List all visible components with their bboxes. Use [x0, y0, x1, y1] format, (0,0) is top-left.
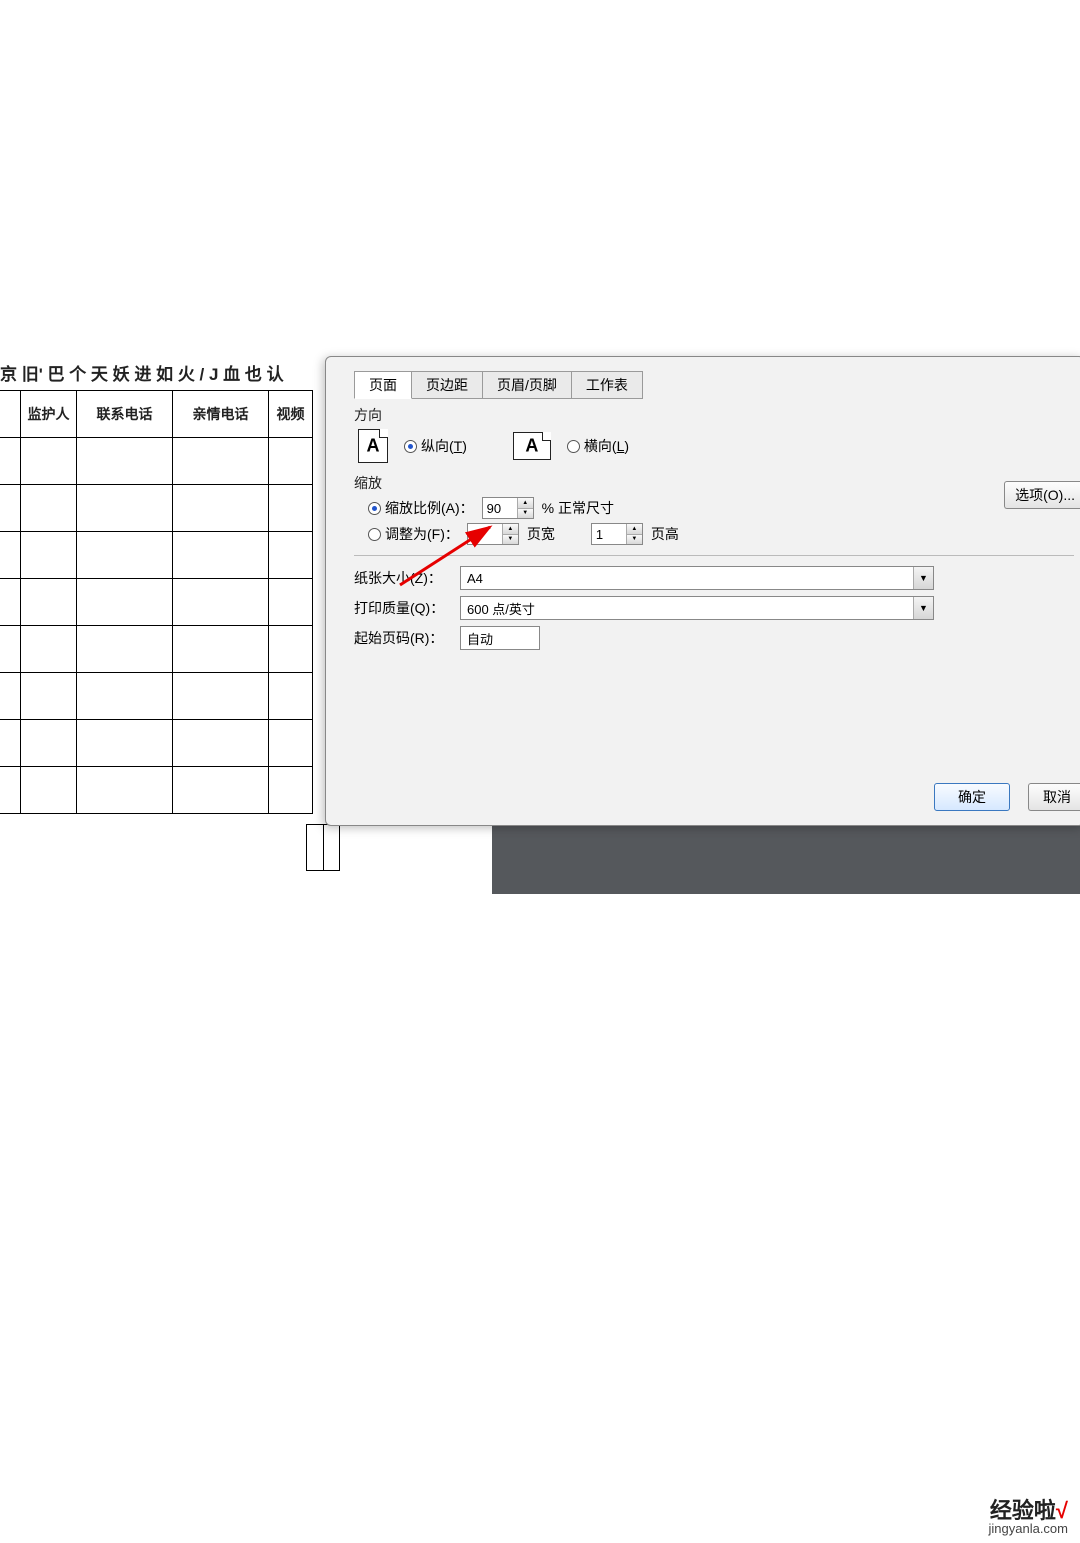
- table-row: [0, 485, 313, 532]
- first-page-label: 起始页码(R)：: [354, 628, 450, 648]
- col-header: 亲情电话: [173, 391, 269, 438]
- landscape-icon: A: [513, 432, 551, 460]
- tab-page[interactable]: 页面: [354, 371, 412, 399]
- fit-tall-input[interactable]: [592, 524, 626, 544]
- first-page-input[interactable]: [460, 626, 540, 650]
- print-quality-select[interactable]: 600 点/英寸 ▼: [460, 596, 934, 620]
- cancel-button[interactable]: 取消: [1028, 783, 1080, 811]
- fit-tall-spinner[interactable]: ▲▼: [591, 523, 643, 545]
- zoom-ratio-spinner[interactable]: ▲▼: [482, 497, 534, 519]
- watermark-domain: jingyanla.com: [989, 1522, 1069, 1535]
- fit-label: 调整为(F)：: [385, 524, 459, 544]
- spin-up-icon[interactable]: ▲: [503, 524, 518, 535]
- col-header: 监护人: [21, 391, 77, 438]
- table-row: [0, 626, 313, 673]
- table-row: [0, 532, 313, 579]
- background-strip: [492, 824, 1080, 894]
- watermark-text: 经验啦: [990, 1498, 1056, 1523]
- radio-portrait[interactable]: 纵向(T): [404, 436, 467, 456]
- spin-up-icon[interactable]: ▲: [518, 498, 533, 509]
- sheet-title: 京 旧' 巴 个 天 妖 进 如 火 / J 血 也 认: [0, 360, 284, 385]
- page-setup-dialog: 页面 页边距 页眉/页脚 工作表 方向 A 纵向(T) A 横向(L) 缩放 缩…: [325, 356, 1080, 826]
- radio-portrait-label: 纵向(T): [421, 436, 467, 456]
- table-row: [0, 720, 313, 767]
- divider: [354, 555, 1074, 556]
- sheet-extra: [306, 824, 340, 871]
- watermark: 经验啦√ jingyanla.com: [989, 1500, 1069, 1535]
- zoom-suffix: % 正常尺寸: [542, 498, 614, 518]
- radio-zoom-ratio[interactable]: 缩放比例(A)：: [368, 498, 474, 518]
- ok-button[interactable]: 确定: [934, 783, 1010, 811]
- radio-landscape[interactable]: 横向(L): [567, 436, 629, 456]
- fit-wide-label: 页宽: [527, 524, 555, 544]
- spreadsheet-preview: 京 旧' 巴 个 天 妖 进 如 火 / J 血 也 认 监护人 联系电话 亲情…: [0, 360, 340, 860]
- col-header: 视频: [269, 391, 313, 438]
- print-quality-value: 600 点/英寸: [461, 599, 913, 618]
- zoom-ratio-input[interactable]: [483, 498, 517, 518]
- sheet-table: 监护人 联系电话 亲情电话 视频: [0, 390, 313, 814]
- paper-size-value: A4: [461, 571, 913, 586]
- fit-wide-input[interactable]: [468, 524, 502, 544]
- zoom-ratio-label: 缩放比例(A)：: [385, 498, 474, 518]
- tab-header-footer[interactable]: 页眉/页脚: [482, 371, 572, 399]
- tab-margins[interactable]: 页边距: [411, 371, 483, 399]
- spin-down-icon[interactable]: ▼: [518, 509, 533, 519]
- spin-up-icon[interactable]: ▲: [627, 524, 642, 535]
- fit-tall-label: 页高: [651, 524, 679, 544]
- table-row: [0, 579, 313, 626]
- paper-size-label: 纸张大小(Z)：: [354, 568, 450, 588]
- portrait-icon: A: [358, 429, 388, 463]
- table-row: [0, 438, 313, 485]
- table-row: [0, 767, 313, 814]
- table-row: 监护人 联系电话 亲情电话 视频: [0, 391, 313, 438]
- col-header: [0, 391, 21, 438]
- fit-wide-spinner[interactable]: ▲▼: [467, 523, 519, 545]
- spin-down-icon[interactable]: ▼: [627, 535, 642, 545]
- dialog-tabs: 页面 页边距 页眉/页脚 工作表: [354, 371, 1080, 399]
- radio-landscape-label: 横向(L): [584, 436, 629, 456]
- spin-down-icon[interactable]: ▼: [503, 535, 518, 545]
- print-quality-label: 打印质量(Q)：: [354, 598, 450, 618]
- options-button[interactable]: 选项(O)...: [1004, 481, 1080, 509]
- chevron-down-icon[interactable]: ▼: [913, 567, 933, 589]
- paper-size-select[interactable]: A4 ▼: [460, 566, 934, 590]
- col-header: 联系电话: [77, 391, 173, 438]
- zoom-group-label: 缩放: [354, 473, 1080, 493]
- tab-worksheet[interactable]: 工作表: [571, 371, 643, 399]
- chevron-down-icon[interactable]: ▼: [913, 597, 933, 619]
- check-icon: √: [1056, 1498, 1068, 1523]
- radio-fit-to[interactable]: 调整为(F)：: [368, 524, 459, 544]
- orientation-group-label: 方向: [354, 405, 1080, 425]
- table-row: [0, 673, 313, 720]
